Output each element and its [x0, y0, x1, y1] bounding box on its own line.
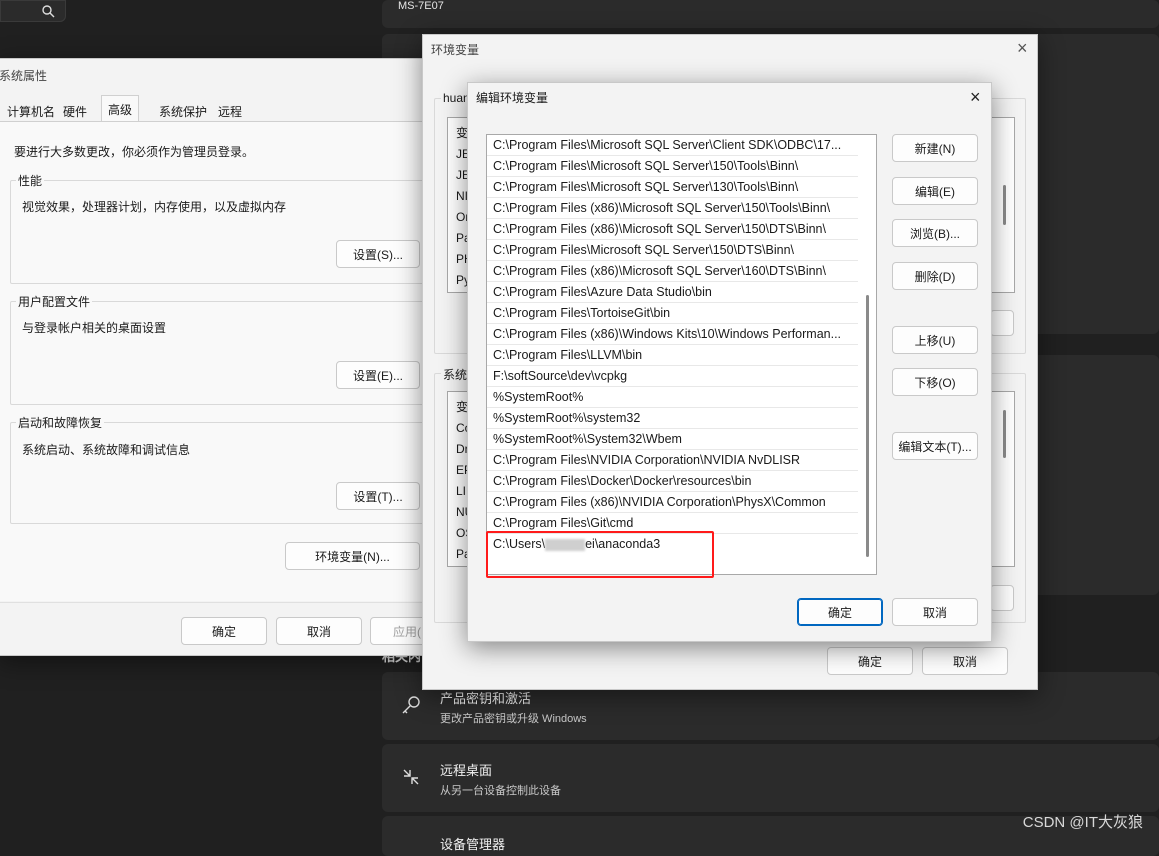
- path-list-item[interactable]: C:\Program Files\Microsoft SQL Server\Cl…: [487, 135, 876, 156]
- path-list-item[interactable]: %SystemRoot%\system32: [487, 408, 876, 429]
- path-list-scrollbar-thumb[interactable]: [866, 295, 869, 557]
- performance-settings-button[interactable]: 设置(S)...: [336, 240, 420, 268]
- card-subtitle: 更改产品密钥或升级 Windows: [440, 713, 587, 725]
- tab-remote[interactable]: 远程: [211, 97, 249, 121]
- tab-computer-name[interactable]: 计算机名: [0, 97, 62, 121]
- sysprops-apply-button[interactable]: 应用(: [370, 617, 428, 645]
- user-delete-button-partial[interactable]: [990, 310, 1014, 336]
- system-variables-label: 系统: [441, 366, 470, 383]
- environment-variables-button[interactable]: 环境变量(N)...: [285, 542, 420, 570]
- system-delete-button-partial[interactable]: [990, 585, 1014, 611]
- path-list-item[interactable]: C:\Program Files\NVIDIA Corporation\NVID…: [487, 450, 876, 471]
- path-list-item[interactable]: %SystemRoot%: [487, 387, 876, 408]
- startup-recovery-settings-button[interactable]: 设置(T)...: [336, 482, 420, 510]
- remote-desktop-card[interactable]: 远程桌面 从另一台设备控制此设备: [382, 744, 1159, 812]
- path-list-item[interactable]: C:\Program Files\Docker\Docker\resources…: [487, 471, 876, 492]
- user-profiles-label: 用户配置文件: [16, 293, 93, 310]
- watermark: CSDN @IT大灰狼: [1022, 814, 1143, 831]
- path-list-item[interactable]: C:\Program Files (x86)\Microsoft SQL Ser…: [487, 198, 876, 219]
- edit-text-button[interactable]: 编辑文本(T)...: [892, 432, 978, 460]
- sysprops-cancel-button[interactable]: 取消: [276, 617, 362, 645]
- startup-recovery-label: 启动和故障恢复: [16, 414, 105, 431]
- envvars-cancel-button[interactable]: 取消: [922, 647, 1008, 675]
- path-list-item[interactable]: %SystemRoot%\System32\Wbem: [487, 429, 876, 450]
- admin-note: 要进行大多数更改，你必须作为管理员登录。: [14, 145, 255, 159]
- tab-system-protection[interactable]: 系统保护: [152, 97, 214, 121]
- path-list-item[interactable]: C:\Program Files\Microsoft SQL Server\15…: [487, 156, 876, 177]
- window-title: 编辑环境变量: [476, 91, 549, 105]
- startup-recovery-desc: 系统启动、系统故障和调试信息: [22, 443, 191, 457]
- window-title: 系统属性: [0, 69, 48, 83]
- key-icon: [402, 696, 420, 714]
- card-title: 设备管理器: [440, 837, 506, 852]
- device-name-panel: MS-7E07: [382, 0, 1159, 28]
- path-list-item[interactable]: C:\Program Files\LLVM\bin: [487, 345, 876, 366]
- path-list-item[interactable]: C:\Program Files (x86)\Windows Kits\10\W…: [487, 324, 876, 345]
- path-list-item[interactable]: C:\Program Files (x86)\Microsoft SQL Ser…: [487, 219, 876, 240]
- performance-label: 性能: [16, 172, 45, 189]
- close-icon[interactable]: ×: [970, 88, 981, 106]
- highlight-box: [486, 531, 714, 578]
- tab-hardware[interactable]: 硬件: [56, 97, 94, 121]
- edit-button[interactable]: 编辑(E): [892, 177, 978, 205]
- user-profiles-desc: 与登录帐户相关的桌面设置: [22, 321, 167, 335]
- card-title: 远程桌面: [440, 763, 493, 778]
- user-list-scrollbar[interactable]: [1003, 185, 1006, 225]
- path-list-item[interactable]: C:\Program Files (x86)\Microsoft SQL Ser…: [487, 261, 876, 282]
- close-icon[interactable]: ×: [1017, 39, 1028, 57]
- path-list-item[interactable]: C:\Program Files\Azure Data Studio\bin: [487, 282, 876, 303]
- delete-button[interactable]: 删除(D): [892, 262, 978, 290]
- path-list-item[interactable]: C:\Program Files (x86)\NVIDIA Corporatio…: [487, 492, 876, 513]
- path-list-item[interactable]: C:\Program Files\TortoiseGit\bin: [487, 303, 876, 324]
- performance-desc: 视觉效果，处理器计划，内存使用，以及虚拟内存: [22, 200, 287, 214]
- browse-button[interactable]: 浏览(B)...: [892, 219, 978, 247]
- edit-ok-button[interactable]: 确定: [797, 598, 883, 626]
- card-title: 产品密钥和激活: [440, 691, 532, 706]
- pc-name: MS-7E07: [398, 0, 444, 12]
- path-list-item[interactable]: C:\Program Files\Microsoft SQL Server\13…: [487, 177, 876, 198]
- path-list[interactable]: C:\Program Files\Microsoft SQL Server\Cl…: [486, 134, 877, 575]
- path-list-scrollbar-track[interactable]: [858, 135, 876, 574]
- card-subtitle: 从另一台设备控制此设备: [440, 785, 561, 797]
- window-title: 环境变量: [431, 43, 480, 57]
- move-up-button[interactable]: 上移(U): [892, 326, 978, 354]
- edit-cancel-button[interactable]: 取消: [892, 598, 978, 626]
- user-profiles-settings-button[interactable]: 设置(E)...: [336, 361, 420, 389]
- system-list-scrollbar[interactable]: [1003, 410, 1006, 458]
- user-profiles-group: [10, 301, 424, 405]
- search-icon: [42, 5, 55, 18]
- remote-desktop-icon: [403, 769, 419, 785]
- envvars-ok-button[interactable]: 确定: [827, 647, 913, 675]
- path-list-item[interactable]: C:\Program Files\Microsoft SQL Server\15…: [487, 240, 876, 261]
- tab-advanced[interactable]: 高级: [101, 95, 140, 122]
- new-button[interactable]: 新建(N): [892, 134, 978, 162]
- search-box[interactable]: [0, 0, 66, 22]
- sysprops-ok-button[interactable]: 确定: [181, 617, 267, 645]
- move-down-button[interactable]: 下移(O): [892, 368, 978, 396]
- performance-group: [10, 180, 424, 284]
- path-list-item[interactable]: F:\softSource\dev\vcpkg: [487, 366, 876, 387]
